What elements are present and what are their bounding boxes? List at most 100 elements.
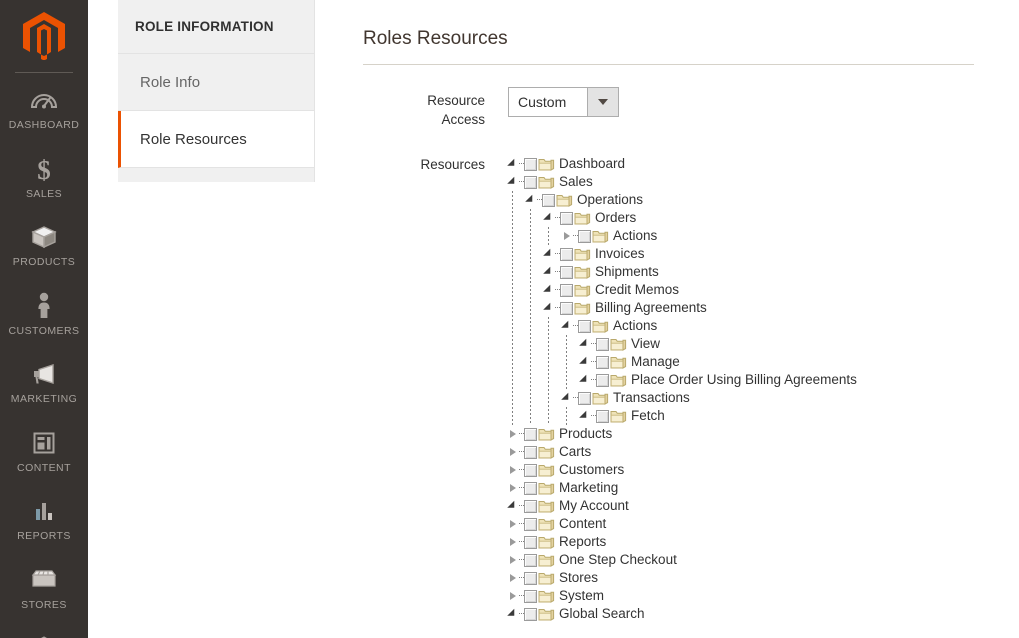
resource-access-select[interactable]: Custom xyxy=(508,87,619,117)
tree-node-checkbox[interactable] xyxy=(524,481,537,495)
tree-node-checkbox[interactable] xyxy=(542,193,555,207)
tree-expand-arrow-open-icon[interactable] xyxy=(561,317,578,335)
tree-expand-arrow-open-icon[interactable] xyxy=(507,605,524,623)
tree-node-checkbox[interactable] xyxy=(524,607,537,621)
tree-node-checkbox[interactable] xyxy=(524,157,537,171)
tree-node-row[interactable]: Place Order Using Billing Agreements xyxy=(579,371,857,389)
tree-node-row[interactable]: Billing Agreements xyxy=(543,299,857,317)
tree-node-checkbox[interactable] xyxy=(596,373,609,387)
tree-node-row[interactable]: Reports xyxy=(508,533,857,551)
sidebar-item-products[interactable]: PRODUCTS xyxy=(0,210,88,279)
folder-icon xyxy=(574,211,591,226)
tree-node-checkbox[interactable] xyxy=(524,445,537,459)
tree-expand-arrow-open-icon[interactable] xyxy=(579,353,596,371)
tree-expand-arrow-open-icon[interactable] xyxy=(579,335,596,353)
tree-node-row[interactable]: Marketing xyxy=(508,479,857,497)
panel-item-role-info[interactable]: Role Info xyxy=(118,54,314,111)
tree-children: Actions View Manage Place Order Using Billi… xyxy=(544,317,857,425)
tree-expand-arrow-closed-icon[interactable] xyxy=(508,587,524,605)
chevron-down-icon[interactable] xyxy=(587,88,618,116)
tree-node-checkbox[interactable] xyxy=(560,283,573,297)
sidebar-item-customers[interactable]: CUSTOMERS xyxy=(0,279,88,348)
tree-node-checkbox[interactable] xyxy=(524,535,537,549)
tree-node-checkbox[interactable] xyxy=(578,319,591,333)
tree-expand-arrow-open-icon[interactable] xyxy=(525,191,542,209)
tree-node-row[interactable]: Actions xyxy=(562,227,857,245)
tree-expand-arrow-closed-icon[interactable] xyxy=(508,515,524,533)
tree-children: Actions xyxy=(544,227,857,245)
tree-node-checkbox[interactable] xyxy=(578,391,591,405)
tree-expand-arrow-open-icon[interactable] xyxy=(507,173,524,191)
tree-node-row[interactable]: Orders xyxy=(543,209,857,227)
tree-node-row[interactable]: One Step Checkout xyxy=(508,551,857,569)
tree-node-row[interactable]: Products xyxy=(508,425,857,443)
tree-node-checkbox[interactable] xyxy=(524,499,537,513)
tree-expand-arrow-closed-icon[interactable] xyxy=(508,569,524,587)
sidebar-item-sales[interactable]: $ SALES xyxy=(0,142,88,211)
tree-node-checkbox[interactable] xyxy=(524,571,537,585)
tree-expand-arrow-closed-icon[interactable] xyxy=(508,425,524,443)
tree-expand-arrow-open-icon[interactable] xyxy=(507,155,524,173)
sidebar-item-dashboard[interactable]: DASHBOARD xyxy=(0,73,88,142)
tree-node-row[interactable]: Fetch xyxy=(579,407,857,425)
tree-expand-arrow-closed-icon[interactable] xyxy=(508,461,524,479)
tree-node-row[interactable]: Carts xyxy=(508,443,857,461)
tree-expand-arrow-open-icon[interactable] xyxy=(543,263,560,281)
tree-node-row[interactable]: Sales xyxy=(507,173,857,191)
tree-node-row[interactable]: Shipments xyxy=(543,263,857,281)
tree-node-checkbox[interactable] xyxy=(578,229,591,243)
tree-node-checkbox[interactable] xyxy=(524,589,537,603)
tree-node-row[interactable]: My Account xyxy=(507,497,857,515)
tree-node-checkbox[interactable] xyxy=(560,301,573,315)
tree-node-row[interactable]: Invoices xyxy=(543,245,857,263)
tree-expand-arrow-closed-icon[interactable] xyxy=(508,443,524,461)
tree-expand-arrow-closed-icon[interactable] xyxy=(508,479,524,497)
tree-node-row[interactable]: Manage xyxy=(579,353,857,371)
sidebar-item-content[interactable]: CONTENT xyxy=(0,416,88,485)
tree-node-checkbox[interactable] xyxy=(524,427,537,441)
tree-node-checkbox[interactable] xyxy=(524,553,537,567)
tree-node-checkbox[interactable] xyxy=(596,409,609,423)
sidebar-item-stores[interactable]: STORES xyxy=(0,553,88,622)
folder-icon xyxy=(538,463,555,478)
tree-expand-arrow-closed-icon[interactable] xyxy=(508,533,524,551)
tree-node-row[interactable]: Credit Memos xyxy=(543,281,857,299)
tree-expand-arrow-closed-icon[interactable] xyxy=(508,551,524,569)
tree-node-row[interactable]: Stores xyxy=(508,569,857,587)
tree-node-checkbox[interactable] xyxy=(524,517,537,531)
tree-expand-arrow-open-icon[interactable] xyxy=(579,371,596,389)
tree-expand-arrow-open-icon[interactable] xyxy=(561,389,578,407)
magento-logo[interactable] xyxy=(0,0,88,72)
tree-node-row[interactable]: Actions xyxy=(561,317,857,335)
tree-node-row[interactable]: Content xyxy=(508,515,857,533)
panel-item-label: Role Resources xyxy=(140,130,247,148)
tree-expand-arrow-closed-icon[interactable] xyxy=(562,227,578,245)
folder-icon xyxy=(592,229,609,244)
tree-expand-arrow-open-icon[interactable] xyxy=(507,497,524,515)
sidebar-item-reports[interactable]: REPORTS xyxy=(0,484,88,553)
tree-node-checkbox[interactable] xyxy=(560,247,573,261)
tree-expand-arrow-open-icon[interactable] xyxy=(543,299,560,317)
tree-node-row[interactable]: System xyxy=(508,587,857,605)
tree-node-checkbox[interactable] xyxy=(524,463,537,477)
tree-node-row[interactable]: Customers xyxy=(508,461,857,479)
folder-icon xyxy=(538,175,555,190)
tree-node-row[interactable]: View xyxy=(579,335,857,353)
tree-node-row[interactable]: Global Search xyxy=(507,605,857,623)
panel-item-role-resources[interactable]: Role Resources xyxy=(118,111,314,168)
tree-expand-arrow-open-icon[interactable] xyxy=(543,281,560,299)
tree-node-checkbox[interactable] xyxy=(596,355,609,369)
tree-expand-arrow-open-icon[interactable] xyxy=(543,209,560,227)
tree-node-row[interactable]: Transactions xyxy=(561,389,857,407)
tree-node-checkbox[interactable] xyxy=(596,337,609,351)
sidebar-item-marketing[interactable]: MARKETING xyxy=(0,347,88,416)
tree-expand-arrow-open-icon[interactable] xyxy=(579,407,596,425)
tree-node-row[interactable]: Dashboard xyxy=(507,155,857,173)
tree-node-row[interactable]: Operations xyxy=(525,191,857,209)
tree-node-label: Place Order Using Billing Agreements xyxy=(631,372,857,387)
tree-node-checkbox[interactable] xyxy=(524,175,537,189)
sidebar-item-one-step-checkout[interactable]: ONE STEP CHECKOUT xyxy=(0,621,88,638)
tree-node-checkbox[interactable] xyxy=(560,211,573,225)
tree-node-checkbox[interactable] xyxy=(560,265,573,279)
tree-expand-arrow-open-icon[interactable] xyxy=(543,245,560,263)
